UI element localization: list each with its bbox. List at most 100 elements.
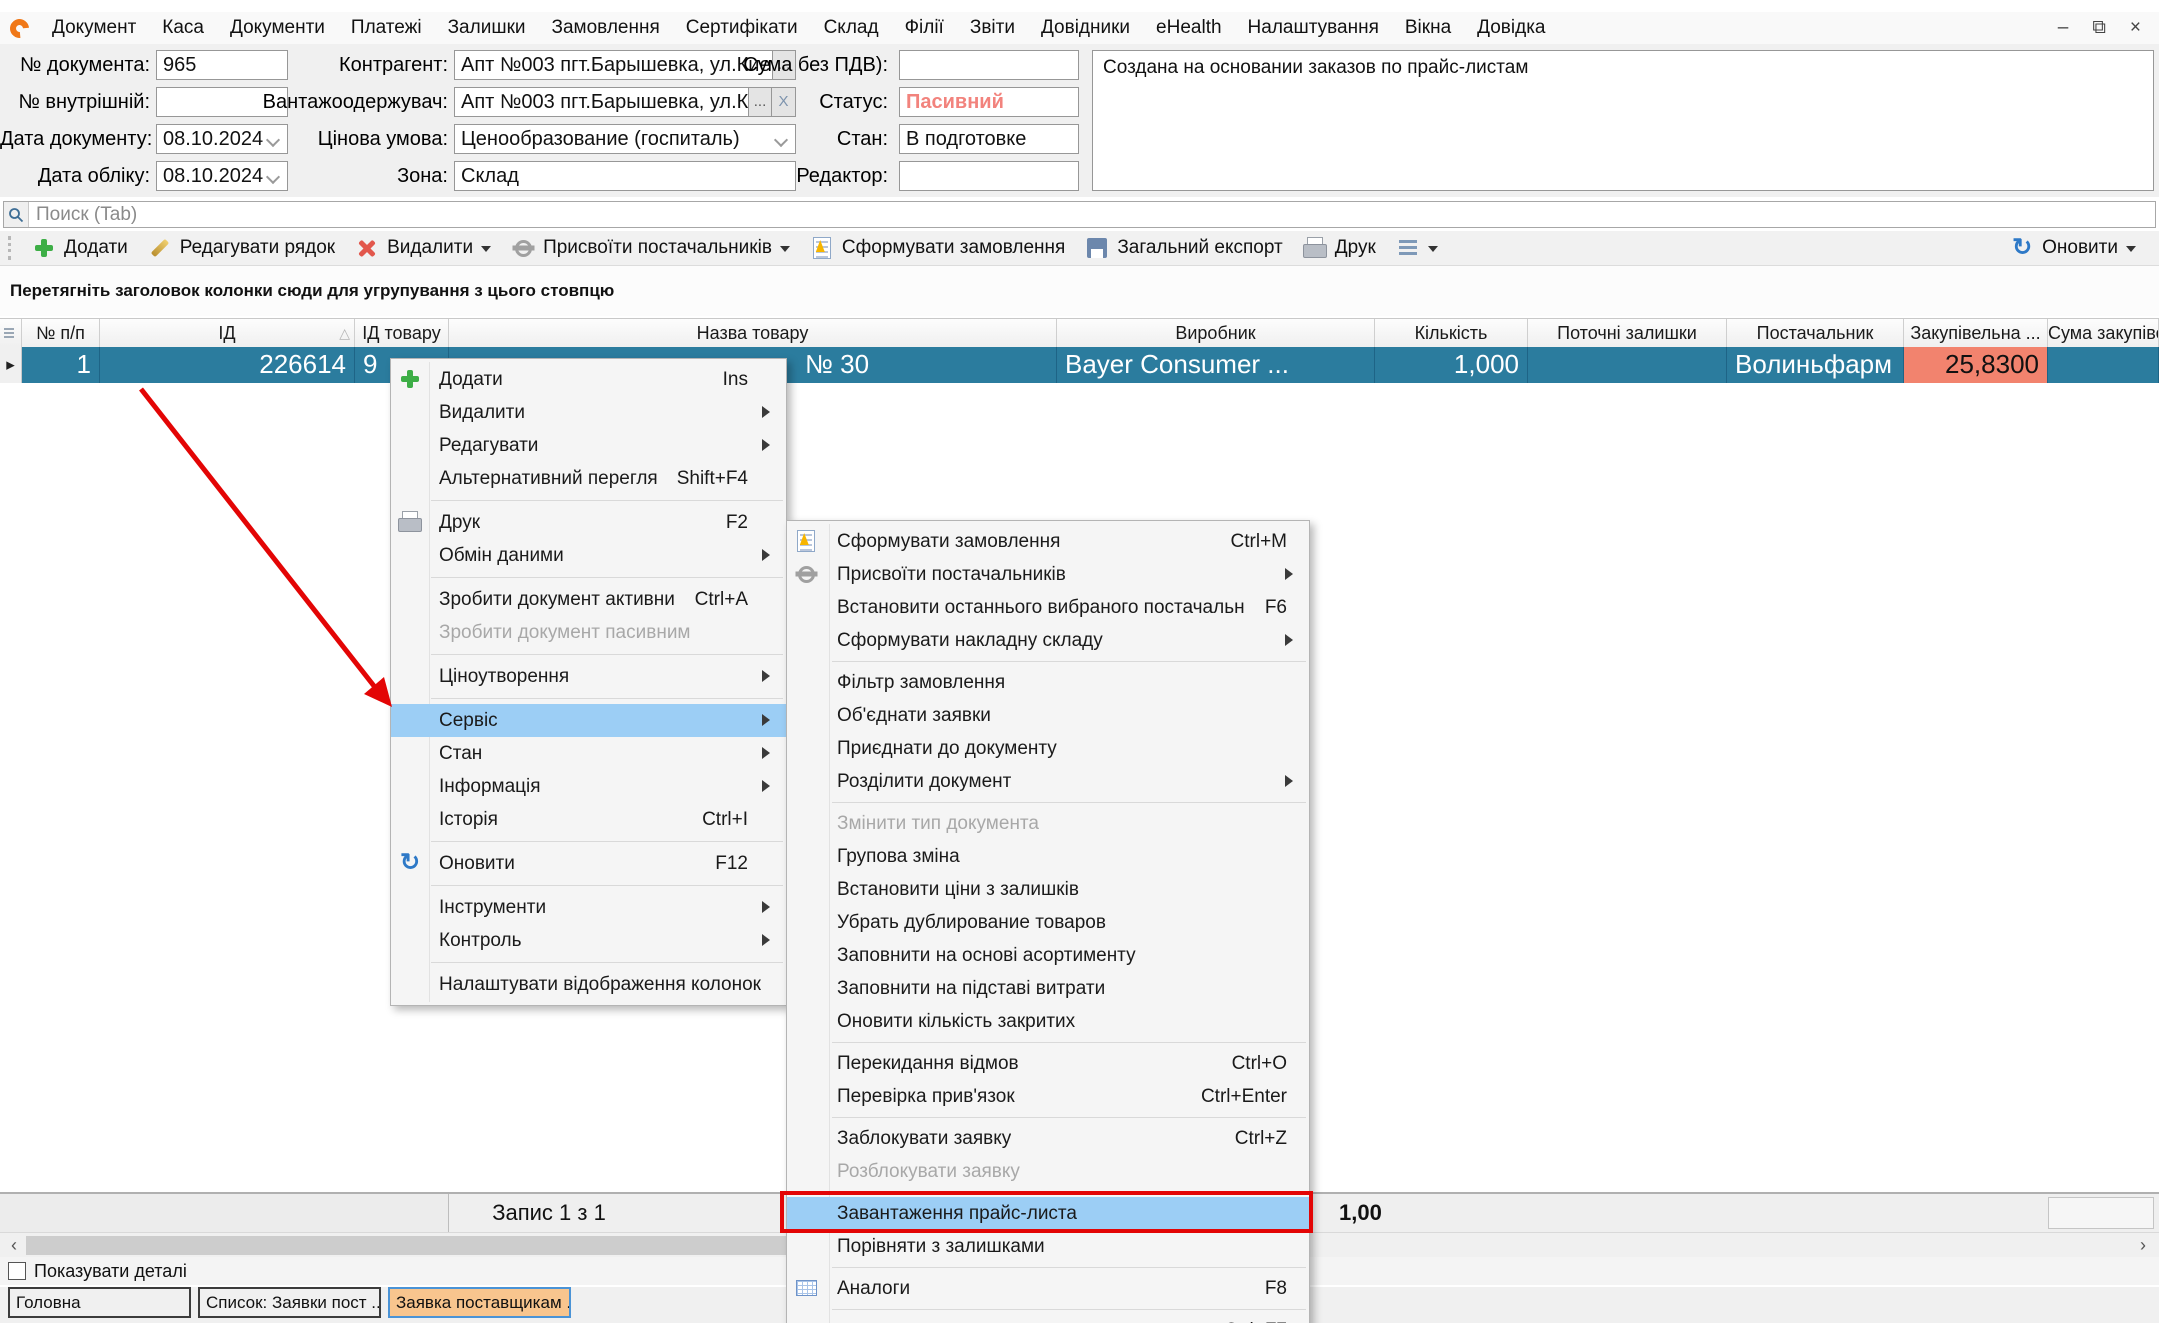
menu-item[interactable]: Інформація (391, 770, 786, 803)
menu-item[interactable]: Заповнити на підставі витрати (787, 972, 1309, 1005)
menu-item[interactable]: ДодатиIns (391, 363, 786, 396)
menubar-item[interactable]: Сертифікати (673, 12, 811, 44)
show-details-checkbox[interactable] (8, 1262, 26, 1280)
table-cell[interactable]: 226614 (100, 347, 355, 383)
menu-item[interactable]: Контроль (391, 924, 786, 957)
menubar-item[interactable]: Платежі (338, 12, 435, 44)
menu-item[interactable]: Заблокувати заявкуCtrl+Z (787, 1122, 1309, 1155)
menubar-item[interactable]: Документ (39, 12, 149, 44)
toolbar-grip[interactable] (8, 236, 15, 260)
menubar-item[interactable]: Філії (892, 12, 957, 44)
menubar-item[interactable]: Склад (811, 12, 892, 44)
menu-item[interactable]: Зробити документ активнимCtrl+A (391, 583, 786, 616)
menu-item[interactable]: Альтернативний переглядShift+F4 (391, 462, 786, 495)
bottom-tab[interactable]: Заявка поставщикам .. (388, 1287, 571, 1318)
menu-item[interactable]: Видалити (391, 396, 786, 429)
menu-item[interactable]: Убрать дублирование товаров (787, 906, 1309, 939)
table-cell[interactable]: ▸ (0, 347, 22, 383)
toolbar-button[interactable]: Загальний експорт (1078, 233, 1289, 263)
column-header[interactable] (0, 319, 22, 348)
menu-item[interactable]: Сформувати замовленняCtrl+M (787, 525, 1309, 558)
restore-button[interactable]: ⧉ (2092, 17, 2106, 39)
toolbar-button[interactable]: Видалити (348, 233, 498, 263)
chevron-down-icon[interactable] (780, 246, 790, 257)
column-header[interactable]: ІД△ (100, 319, 355, 348)
column-header[interactable]: Поточні залишки (1528, 319, 1727, 348)
column-header[interactable]: Назва товару (449, 319, 1057, 348)
column-header[interactable]: Кількість (1375, 319, 1528, 348)
menu-item[interactable]: Порівняти з залишками (787, 1230, 1309, 1263)
menu-item[interactable]: Ціноутворення (391, 660, 786, 693)
scroll-left-icon[interactable]: ‹ (2, 1233, 26, 1257)
table-cell[interactable]: Bayer Consumer ... (1057, 347, 1375, 383)
table-cell[interactable] (1528, 347, 1727, 383)
table-cell[interactable] (2048, 347, 2159, 383)
menubar-item[interactable]: Довідка (1464, 12, 1558, 44)
toolbar-button[interactable]: Додати (25, 233, 135, 263)
menubar-item[interactable]: Документи (217, 12, 338, 44)
toolbar-button[interactable]: Друк (1296, 233, 1383, 263)
toolbar-button[interactable]: Присвоїти постачальників (504, 233, 797, 263)
table-cell[interactable]: 1,000 (1375, 347, 1528, 383)
bottom-tab[interactable]: Список: Заявки пост ... (198, 1287, 381, 1318)
menu-item[interactable]: Заповнити на основі асортименту (787, 939, 1309, 972)
scroll-right-icon[interactable]: › (2131, 1233, 2155, 1257)
refresh-button[interactable]: Оновити (2003, 233, 2143, 263)
search-bar[interactable]: Поиск (Tab) (3, 201, 2156, 228)
column-header[interactable]: № п/п (22, 319, 100, 348)
menubar-item[interactable]: Замовлення (539, 12, 673, 44)
menu-item[interactable]: ОновитиF12 (391, 847, 786, 880)
menubar-item[interactable]: Вікна (1392, 12, 1464, 44)
menubar-item[interactable]: Звіти (957, 12, 1028, 44)
table-row[interactable]: ▸12266149№ 30Bayer Consumer ...1,000Воли… (0, 347, 2159, 383)
chevron-down-icon[interactable] (481, 246, 491, 257)
menu-item[interactable]: Фільтр замовлення (787, 666, 1309, 699)
menubar-item[interactable]: Каса (149, 12, 217, 44)
menu-item[interactable]: АналогиF8 (787, 1272, 1309, 1305)
menu-item[interactable]: Розділити документ (787, 765, 1309, 798)
menu-item[interactable]: Встановити останнього вибраного постачал… (787, 591, 1309, 624)
column-header[interactable]: Виробник (1057, 319, 1375, 348)
toolbar-button[interactable]: Редагувати рядок (141, 233, 342, 263)
menu-item[interactable]: Групова зміна (787, 840, 1309, 873)
toolbar-button[interactable] (1389, 233, 1445, 263)
menubar-item[interactable]: Довідники (1028, 12, 1143, 44)
menu-item[interactable]: Присвоїти постачальників (787, 558, 1309, 591)
table-cell[interactable]: 25,8300 (1904, 347, 2048, 383)
sum-no-vat-field[interactable] (899, 50, 1079, 80)
menu-item[interactable]: ДрукF2 (391, 506, 786, 539)
menu-item[interactable]: Перевірка прив'язокCtrl+Enter (787, 1080, 1309, 1113)
menu-item[interactable]: Сервіс (391, 704, 786, 737)
menu-item[interactable]: Стан (391, 737, 786, 770)
menu-item[interactable]: Об'єднати заявки (787, 699, 1309, 732)
menu-item[interactable]: Редагувати (391, 429, 786, 462)
menu-item[interactable]: Завантаження прайс-листа (787, 1197, 1309, 1230)
menu-item[interactable]: Перекидання відмовCtrl+O (787, 1047, 1309, 1080)
chevron-down-icon[interactable] (1428, 246, 1438, 257)
comment-memo[interactable]: Создана на основании заказов по прайс-ли… (1092, 50, 2154, 191)
menubar-item[interactable]: eHealth (1143, 12, 1235, 44)
menu-item[interactable]: Ctrl+F7 (787, 1314, 1309, 1323)
column-header[interactable]: ІД товару (355, 319, 449, 348)
bottom-tab[interactable]: Головна (8, 1287, 191, 1318)
menu-item[interactable]: ІсторіяCtrl+I (391, 803, 786, 836)
menu-item[interactable]: Приєднати до документу (787, 732, 1309, 765)
table-cell[interactable]: Волиньфарм (1727, 347, 1904, 383)
toolbar-button[interactable]: Сформувати замовлення (803, 233, 1072, 263)
menu-item[interactable]: Оновити кількість закритих (787, 1005, 1309, 1038)
chevron-down-icon[interactable] (2126, 246, 2136, 257)
menu-item[interactable]: Налаштувати відображення колонок (391, 968, 786, 1001)
column-header[interactable]: Закупівельна ... (1904, 319, 2048, 348)
menu-item[interactable]: Встановити ціни з залишків (787, 873, 1309, 906)
column-header[interactable]: Сума закупіве (2048, 319, 2159, 348)
minimize-button[interactable]: – (2058, 17, 2069, 39)
menubar-item[interactable]: Залишки (435, 12, 539, 44)
close-button[interactable]: × (2130, 17, 2141, 39)
menu-item[interactable]: Обмін даними (391, 539, 786, 572)
editor-field[interactable] (899, 161, 1079, 191)
menubar-item[interactable]: Налаштування (1235, 12, 1392, 44)
menu-item[interactable]: Інструменти (391, 891, 786, 924)
menu-item[interactable]: Сформувати накладну складу (787, 624, 1309, 657)
table-cell[interactable]: 1 (22, 347, 100, 383)
column-header[interactable]: Постачальник (1727, 319, 1904, 348)
